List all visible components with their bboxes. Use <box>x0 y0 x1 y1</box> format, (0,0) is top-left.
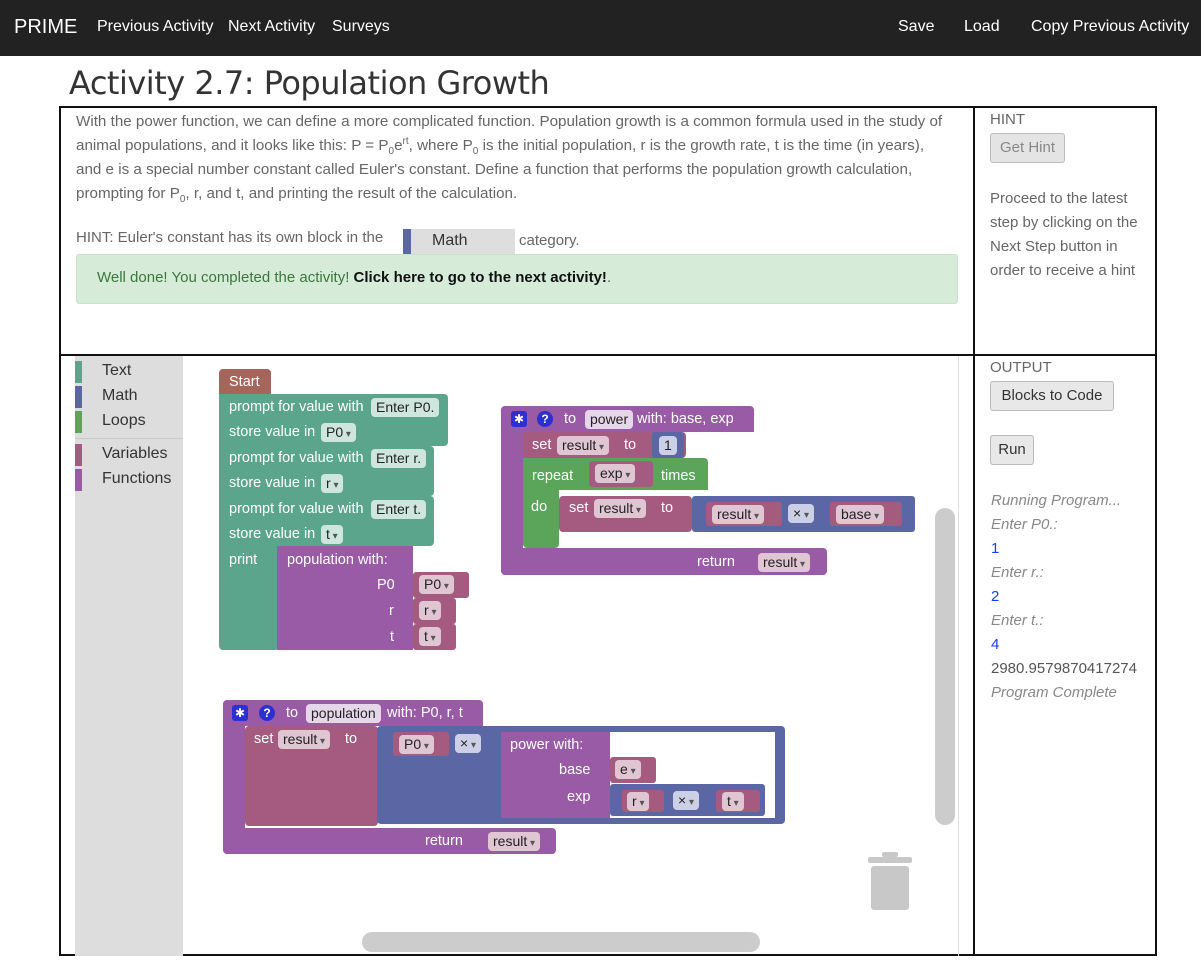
save-link[interactable]: Save <box>898 18 934 36</box>
output-line: Running Program... <box>991 492 1122 509</box>
number-one[interactable]: 1 <box>659 436 677 455</box>
category-functions[interactable]: Functions <box>75 469 183 491</box>
repeat-exp-var[interactable]: exp <box>595 464 636 483</box>
top-navbar: PRIME Previous Activity Next Activity Su… <box>0 0 1201 56</box>
output-line: Enter r.: <box>991 564 1044 581</box>
hint-suffix: category. <box>519 232 580 249</box>
output-line: Enter t.: <box>991 612 1044 629</box>
pop-mul-operator[interactable]: × <box>455 734 481 753</box>
category-math[interactable]: Math <box>75 386 183 408</box>
power-name-field[interactable]: power <box>585 410 634 429</box>
output-line: 1 <box>991 540 1000 557</box>
return-result-var-2[interactable]: result <box>488 832 541 851</box>
load-link[interactable]: Load <box>964 18 1000 36</box>
population-name-field[interactable]: population <box>306 704 381 723</box>
mul-result-var[interactable]: result <box>712 505 765 524</box>
prompt-p0-text[interactable]: Enter P0. <box>371 398 440 417</box>
return-result-var[interactable]: result <box>758 553 811 572</box>
output-panel: OUTPUT Blocks to Code Run Running Progra… <box>973 354 1157 956</box>
prompt-r-text[interactable]: Enter r. <box>371 449 427 468</box>
vertical-scrollbar[interactable] <box>935 508 955 825</box>
pow-r-var[interactable]: r <box>627 792 650 811</box>
surveys-link[interactable]: Surveys <box>332 18 390 36</box>
hint-message: Proceed to the latest step by clicking o… <box>990 190 1138 279</box>
start-label: Start <box>229 374 260 390</box>
pow-t-var[interactable]: t <box>722 792 744 811</box>
pow-mul-operator[interactable]: × <box>673 791 699 810</box>
store-t-var[interactable]: t <box>321 525 343 544</box>
hint-text: HINT: Euler's constant has its own block… <box>76 229 384 246</box>
arg-p0-var[interactable]: P0 <box>419 575 454 594</box>
run-button[interactable]: Run <box>990 435 1034 465</box>
help-icon[interactable]: ? <box>537 411 553 427</box>
workspace-edge <box>958 356 959 956</box>
output-title: OUTPUT <box>990 359 1052 376</box>
mul-operator[interactable]: × <box>788 504 814 523</box>
set-result-loop-var[interactable]: result <box>594 499 647 518</box>
store-p0-var[interactable]: P0 <box>321 423 356 442</box>
output-line: Enter P0.: <box>991 516 1058 533</box>
horizontal-scrollbar[interactable] <box>362 932 760 952</box>
blocks-to-code-button[interactable]: Blocks to Code <box>990 381 1114 411</box>
gear-icon[interactable]: ✱ <box>511 411 527 427</box>
instructions-text: With the power function, we can define a… <box>76 113 943 206</box>
pop-set-result-var[interactable]: result <box>278 730 331 749</box>
success-alert: Well done! You completed the activity! C… <box>76 254 958 304</box>
gear-icon[interactable]: ✱ <box>232 705 248 721</box>
hint-title: HINT <box>990 111 1025 128</box>
arg-t-var[interactable]: t <box>419 627 441 646</box>
program-output: Running Program... Enter P0.: 1 Enter r.… <box>991 489 1156 705</box>
previous-activity-link[interactable]: Previous Activity <box>97 18 213 36</box>
help-icon[interactable]: ? <box>259 705 275 721</box>
category-variables[interactable]: Variables <box>75 444 183 466</box>
brand-logo[interactable]: PRIME <box>14 16 77 39</box>
arg-r-var[interactable]: r <box>419 601 442 620</box>
prompt-t-text[interactable]: Enter t. <box>371 500 427 519</box>
page-title: Activity 2.7: Population Growth <box>69 64 550 102</box>
next-activity-link[interactable]: Next Activity <box>228 18 315 36</box>
category-loops[interactable]: Loops <box>75 411 183 433</box>
get-hint-button[interactable]: Get Hint <box>990 133 1065 163</box>
category-text[interactable]: Text <box>75 361 183 383</box>
next-activity-alert-link[interactable]: Click here to go to the next activity! <box>354 269 607 286</box>
math-category-chip: Math <box>403 229 515 254</box>
pow-e-var[interactable]: e <box>615 760 641 779</box>
output-line: 4 <box>991 636 1000 653</box>
output-line: 2 <box>991 588 1000 605</box>
mul-base-var[interactable]: base <box>836 505 885 524</box>
instructions-panel: With the power function, we can define a… <box>59 106 975 356</box>
trash-icon[interactable] <box>868 852 912 912</box>
output-line: 2980.9579870417274 <box>991 660 1137 677</box>
output-line: Program Complete <box>991 684 1117 701</box>
pop-p0-var[interactable]: P0 <box>399 735 434 754</box>
hint-panel: HINT Get Hint Proceed to the latest step… <box>973 106 1157 356</box>
copy-previous-activity-link[interactable]: Copy Previous Activity <box>1031 18 1189 36</box>
block-toolbox: Text Math Loops Variables Functions <box>75 356 183 956</box>
store-r-var[interactable]: r <box>321 474 344 493</box>
set-result-var[interactable]: result <box>557 436 610 455</box>
category-separator <box>75 438 183 439</box>
